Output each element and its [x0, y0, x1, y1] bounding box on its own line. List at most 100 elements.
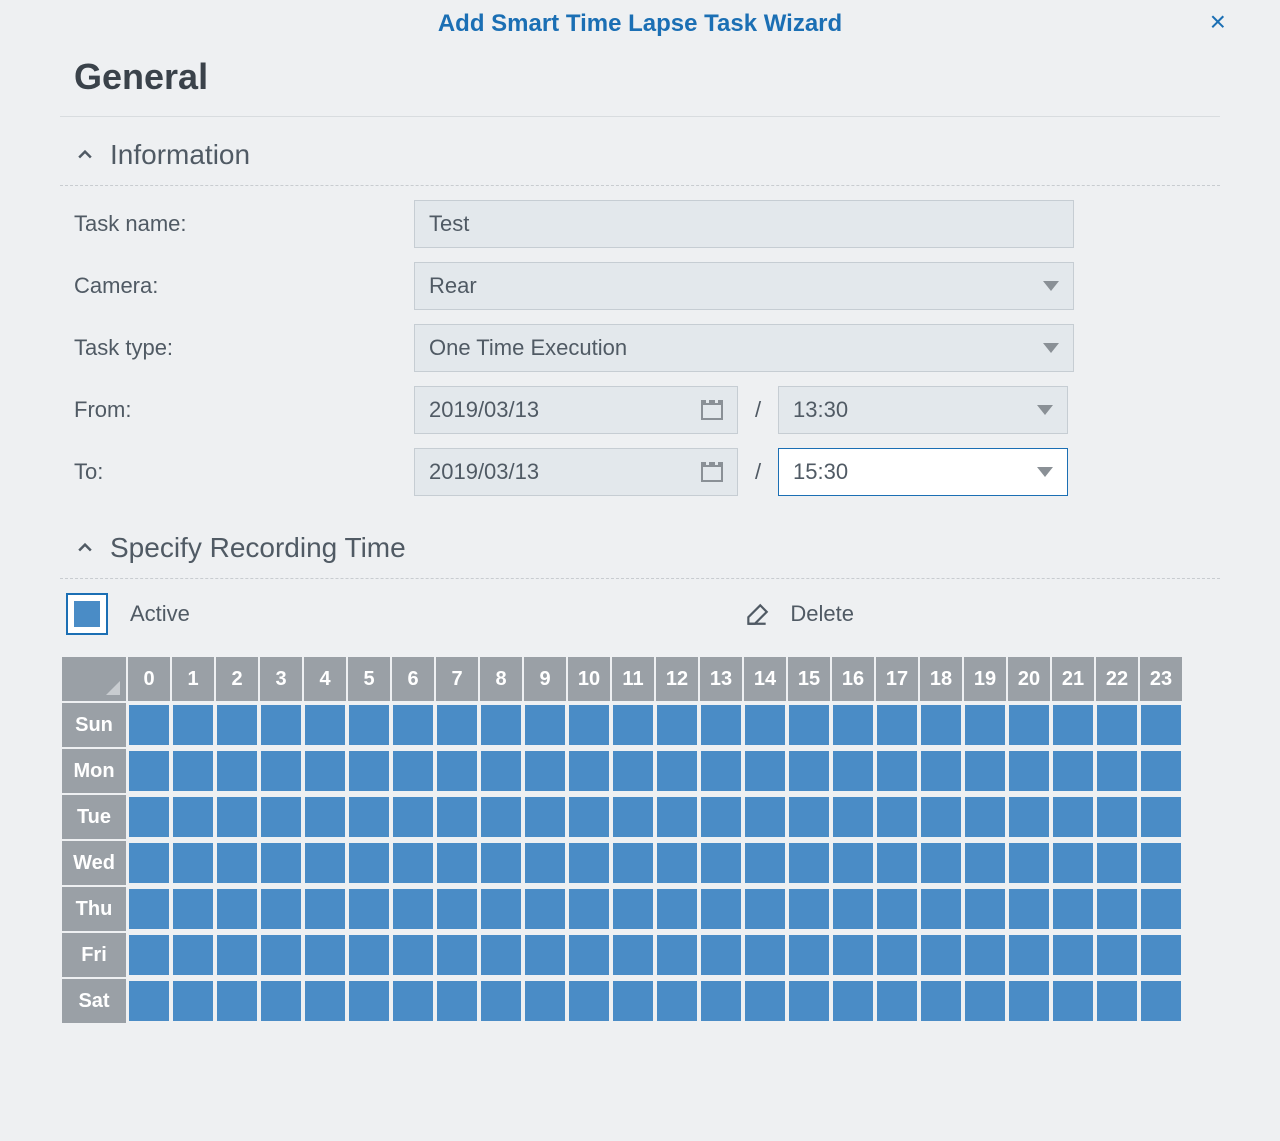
schedule-half-cell[interactable] — [393, 751, 413, 791]
schedule-half-cell[interactable] — [877, 751, 897, 791]
schedule-cell[interactable] — [480, 979, 522, 1023]
schedule-half-cell[interactable] — [1161, 797, 1181, 837]
schedule-half-cell[interactable] — [701, 981, 721, 1021]
schedule-half-cell[interactable] — [941, 935, 961, 975]
schedule-half-cell[interactable] — [193, 751, 213, 791]
schedule-cell[interactable] — [216, 749, 258, 793]
schedule-half-cell[interactable] — [985, 751, 1005, 791]
schedule-cell[interactable] — [1008, 749, 1050, 793]
schedule-half-cell[interactable] — [349, 889, 369, 929]
schedule-cell[interactable] — [832, 795, 874, 839]
schedule-half-cell[interactable] — [809, 981, 829, 1021]
schedule-half-cell[interactable] — [985, 935, 1005, 975]
schedule-half-cell[interactable] — [965, 751, 985, 791]
schedule-half-cell[interactable] — [217, 705, 237, 745]
schedule-half-cell[interactable] — [1009, 889, 1029, 929]
schedule-half-cell[interactable] — [281, 889, 301, 929]
schedule-half-cell[interactable] — [129, 797, 149, 837]
schedule-half-cell[interactable] — [633, 751, 653, 791]
schedule-half-cell[interactable] — [985, 843, 1005, 883]
schedule-half-cell[interactable] — [613, 843, 633, 883]
schedule-half-cell[interactable] — [853, 981, 873, 1021]
schedule-half-cell[interactable] — [237, 889, 257, 929]
schedule-cell[interactable] — [392, 887, 434, 931]
schedule-half-cell[interactable] — [1029, 981, 1049, 1021]
schedule-cell[interactable] — [172, 703, 214, 747]
schedule-cell[interactable] — [260, 933, 302, 977]
schedule-half-cell[interactable] — [809, 705, 829, 745]
schedule-cell[interactable] — [920, 933, 962, 977]
schedule-half-cell[interactable] — [677, 751, 697, 791]
section-recording-header[interactable]: Specify Recording Time — [60, 510, 1220, 579]
schedule-half-cell[interactable] — [853, 935, 873, 975]
schedule-half-cell[interactable] — [789, 797, 809, 837]
schedule-half-cell[interactable] — [941, 797, 961, 837]
schedule-half-cell[interactable] — [965, 889, 985, 929]
schedule-half-cell[interactable] — [193, 981, 213, 1021]
schedule-half-cell[interactable] — [1097, 935, 1117, 975]
schedule-cell[interactable] — [788, 979, 830, 1023]
schedule-half-cell[interactable] — [173, 705, 193, 745]
schedule-cell[interactable] — [568, 749, 610, 793]
schedule-half-cell[interactable] — [701, 797, 721, 837]
schedule-cell[interactable] — [744, 979, 786, 1023]
schedule-cell[interactable] — [700, 933, 742, 977]
schedule-half-cell[interactable] — [413, 751, 433, 791]
schedule-half-cell[interactable] — [569, 981, 589, 1021]
schedule-cell[interactable] — [128, 933, 170, 977]
schedule-half-cell[interactable] — [349, 797, 369, 837]
schedule-half-cell[interactable] — [721, 889, 741, 929]
schedule-half-cell[interactable] — [765, 705, 785, 745]
schedule-half-cell[interactable] — [589, 797, 609, 837]
schedule-half-cell[interactable] — [1161, 889, 1181, 929]
schedule-cell[interactable] — [832, 841, 874, 885]
schedule-half-cell[interactable] — [897, 751, 917, 791]
schedule-half-cell[interactable] — [149, 935, 169, 975]
schedule-half-cell[interactable] — [677, 797, 697, 837]
schedule-hour-header[interactable]: 13 — [700, 657, 742, 701]
schedule-cell[interactable] — [172, 979, 214, 1023]
schedule-half-cell[interactable] — [1141, 705, 1161, 745]
schedule-cell[interactable] — [304, 887, 346, 931]
schedule-half-cell[interactable] — [237, 843, 257, 883]
schedule-half-cell[interactable] — [525, 843, 545, 883]
schedule-half-cell[interactable] — [525, 935, 545, 975]
schedule-cell[interactable] — [436, 703, 478, 747]
schedule-cell[interactable] — [876, 795, 918, 839]
schedule-half-cell[interactable] — [809, 935, 829, 975]
schedule-half-cell[interactable] — [149, 889, 169, 929]
schedule-cell[interactable] — [480, 887, 522, 931]
schedule-half-cell[interactable] — [1141, 843, 1161, 883]
schedule-half-cell[interactable] — [1029, 705, 1049, 745]
schedule-half-cell[interactable] — [1141, 981, 1161, 1021]
schedule-hour-header[interactable]: 10 — [568, 657, 610, 701]
schedule-half-cell[interactable] — [149, 751, 169, 791]
schedule-half-cell[interactable] — [657, 843, 677, 883]
schedule-cell[interactable] — [612, 703, 654, 747]
schedule-half-cell[interactable] — [701, 705, 721, 745]
schedule-half-cell[interactable] — [1073, 705, 1093, 745]
schedule-half-cell[interactable] — [921, 935, 941, 975]
schedule-half-cell[interactable] — [569, 751, 589, 791]
schedule-half-cell[interactable] — [1073, 889, 1093, 929]
schedule-half-cell[interactable] — [941, 751, 961, 791]
schedule-cell[interactable] — [172, 887, 214, 931]
schedule-half-cell[interactable] — [393, 797, 413, 837]
schedule-half-cell[interactable] — [1029, 843, 1049, 883]
schedule-half-cell[interactable] — [129, 889, 149, 929]
schedule-half-cell[interactable] — [261, 889, 281, 929]
task-type-select[interactable]: One Time Execution — [414, 324, 1074, 372]
schedule-cell[interactable] — [260, 749, 302, 793]
schedule-half-cell[interactable] — [745, 843, 765, 883]
schedule-half-cell[interactable] — [613, 705, 633, 745]
schedule-cell[interactable] — [788, 887, 830, 931]
schedule-half-cell[interactable] — [809, 797, 829, 837]
schedule-cell[interactable] — [348, 703, 390, 747]
schedule-half-cell[interactable] — [129, 843, 149, 883]
schedule-half-cell[interactable] — [985, 705, 1005, 745]
schedule-half-cell[interactable] — [1029, 751, 1049, 791]
schedule-half-cell[interactable] — [369, 935, 389, 975]
schedule-half-cell[interactable] — [965, 981, 985, 1021]
schedule-cell[interactable] — [744, 749, 786, 793]
schedule-half-cell[interactable] — [545, 981, 565, 1021]
